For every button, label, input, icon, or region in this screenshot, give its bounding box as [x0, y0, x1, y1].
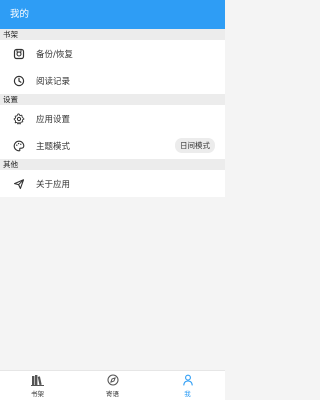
app-bar: 我的: [0, 0, 225, 29]
menu-item-backup-restore[interactable]: 备份/恢复: [0, 40, 225, 67]
section-header-other: 其他: [0, 159, 225, 170]
settings-list: 书架 备份/恢复 阅读记录 设置 应用设置 主题模式 日间模式 其他 关于应用: [0, 29, 225, 197]
bookshelf-icon: [31, 373, 45, 387]
menu-item-label: 主题模式: [36, 141, 71, 152]
menu-item-label: 阅读记录: [36, 76, 71, 87]
send-icon: [12, 177, 26, 191]
menu-item-label: 关于应用: [36, 179, 71, 190]
nav-label: 我: [184, 390, 191, 398]
page-title: 我的: [10, 9, 30, 20]
section-header-settings: 设置: [0, 94, 225, 105]
menu-item-theme-mode[interactable]: 主题模式 日间模式: [0, 132, 225, 159]
menu-item-reading-history[interactable]: 阅读记录: [0, 67, 225, 94]
menu-item-about-app[interactable]: 关于应用: [0, 170, 225, 197]
menu-item-app-settings[interactable]: 应用设置: [0, 105, 225, 132]
bottom-navigation: 书架 寄语 我: [0, 370, 225, 400]
theme-mode-badge[interactable]: 日间模式: [175, 138, 215, 153]
backup-icon: [12, 47, 26, 61]
nav-tab-bookshelf[interactable]: 书架: [0, 371, 75, 400]
menu-item-label: 应用设置: [36, 114, 71, 125]
palette-icon: [12, 139, 26, 153]
nav-label: 寄语: [106, 390, 119, 398]
nav-tab-me[interactable]: 我: [150, 371, 225, 400]
gear-icon: [12, 112, 26, 126]
section-header-bookshelf: 书架: [0, 29, 225, 40]
compass-icon: [106, 373, 120, 387]
nav-label: 书架: [31, 390, 44, 398]
nav-tab-message[interactable]: 寄语: [75, 371, 150, 400]
person-icon: [181, 373, 195, 387]
clock-icon: [12, 74, 26, 88]
menu-item-label: 备份/恢复: [36, 49, 73, 60]
